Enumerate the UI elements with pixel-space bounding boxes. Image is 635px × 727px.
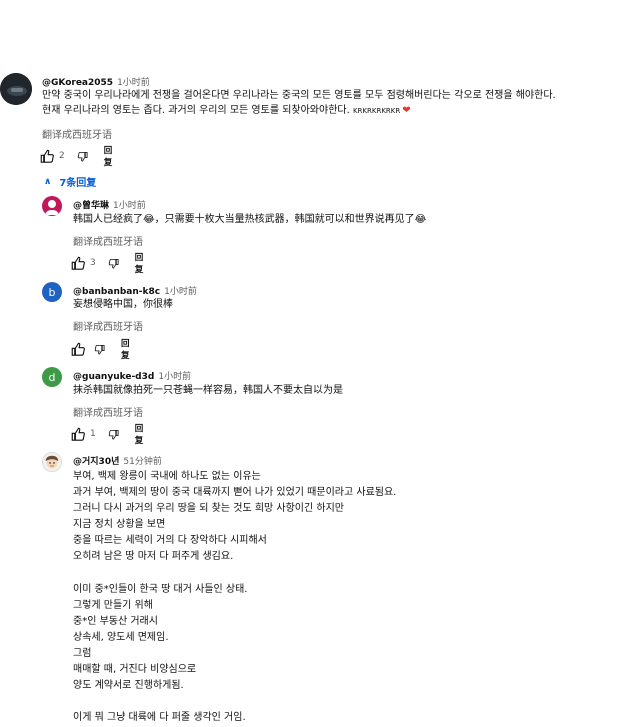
reply-button[interactable]: 回复 [135,251,148,275]
reply-actions: 回复 [71,339,134,361]
avatar[interactable] [0,73,32,105]
comment-timestamp[interactable]: 1小时前 [117,78,150,88]
replies-toggle-button[interactable]: ∧ 7条回复 [44,174,97,190]
like-count: 2 [59,151,65,161]
thumbs-up-icon [40,149,54,163]
comment-body: 만약 중국이 우리나라에게 전쟁을 걸어온다면 우리나라는 중국의 모든 영토를… [42,90,556,116]
thumbs-up-icon [71,427,85,441]
dark-profile-image [0,73,32,105]
comment-author[interactable]: @GKorea2055 [42,78,113,88]
like-button[interactable]: 1 [71,427,96,442]
reply-button[interactable]: 回复 [135,422,148,446]
replies-count-label: 7条回复 [59,178,97,189]
reply-author[interactable]: @曾华琳 [73,201,109,211]
translate-link[interactable]: 翻译成西班牙语 [73,233,143,248]
thumbs-down-icon[interactable] [108,427,119,442]
thumbs-up-icon [71,256,85,270]
thumbs-down-icon[interactable] [77,149,88,164]
avatar-letter: d [48,370,56,384]
reply-button[interactable]: 回复 [104,144,117,168]
reply-text: 抹杀韩国就像拍死一只苍蝇一样容易，韩国人不要太自以为是 [73,385,343,396]
like-button[interactable]: 3 [71,256,96,271]
comment-actions: 2 回复 [40,146,116,168]
translate-link[interactable]: 翻译成西班牙语 [73,318,143,333]
reply-button[interactable]: 回复 [121,337,134,361]
reply-author[interactable]: @banbanban-k8c [73,287,160,297]
comment-suffix: KRKRKRKRKR [352,106,401,115]
reply-text: 韩国人已经疯了😂，只需要十枚大当量热核武器，韩国就可以和世界说再见了😂 [73,214,427,225]
reply-text: 부여, 백제 왕릉이 국내에 하나도 없는 이유는 과거 부여, 백제의 땅이 … [73,471,397,724]
avatar-letter: b [48,285,56,299]
thumbs-down-icon[interactable] [108,256,119,271]
thumbs-up-icon [71,342,85,356]
reply-timestamp[interactable]: 51分钟前 [123,457,161,467]
cartoon-avatar-icon [45,455,59,469]
chevron-up-icon: ∧ [44,176,52,187]
reply-author[interactable]: @guanyuke-d3d [73,372,154,382]
avatar[interactable]: b [42,282,62,302]
reply-actions: 3 回复 [71,253,147,275]
person-icon [45,200,59,215]
reply-timestamp[interactable]: 1小时前 [158,372,191,382]
like-button[interactable] [71,342,86,357]
like-button[interactable]: 2 [40,149,65,164]
like-count: 3 [90,258,96,268]
heart-emoji: ❤ [402,104,411,116]
thumbs-down-icon[interactable] [94,342,105,357]
reply-text: 妄想侵略中国，你很棒 [73,299,173,310]
avatar[interactable] [42,196,62,216]
avatar[interactable]: d [42,367,62,387]
avatar[interactable] [42,452,62,472]
reply-timestamp[interactable]: 1小时前 [164,287,197,297]
translate-link[interactable]: 翻译成西班牙语 [42,126,112,141]
translate-link[interactable]: 翻译成西班牙语 [73,404,143,419]
reply-actions: 1 回复 [71,424,147,446]
reply-timestamp[interactable]: 1小时前 [113,201,146,211]
reply-author[interactable]: @거지30년 [73,457,119,467]
comment-text: 만약 중국이 우리나라에게 전쟁을 걸어온다면 우리나라는 중국의 모든 영토를… [42,89,556,118]
like-count: 1 [90,429,96,439]
